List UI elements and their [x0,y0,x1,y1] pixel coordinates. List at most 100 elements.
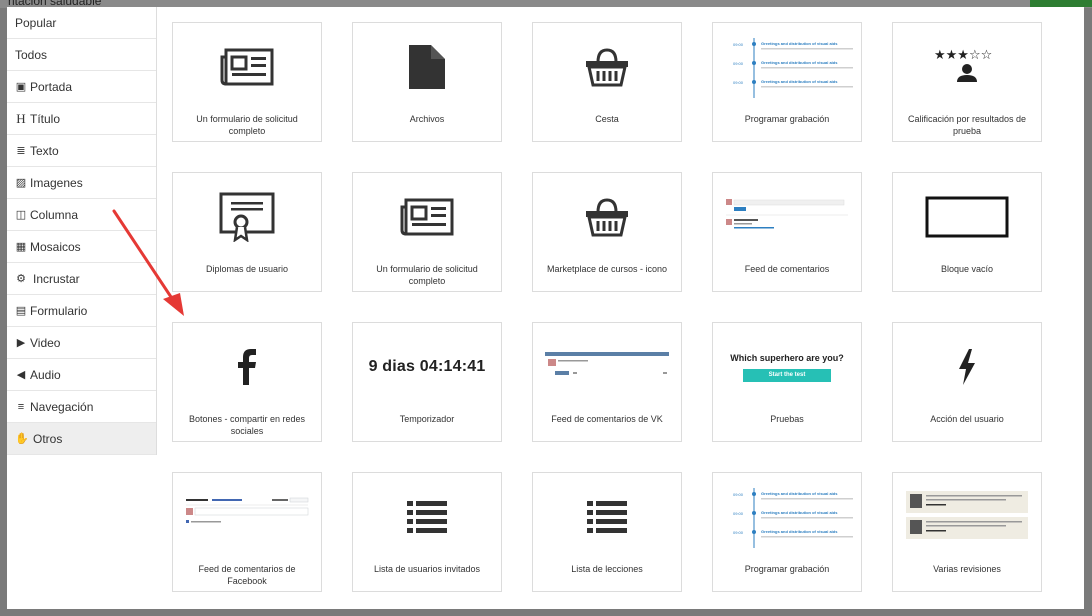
card-thumb: 09:00 09:00 09:00 Greetings and distribu… [713,473,861,561]
sidebar-item-label: Mosaicos [30,239,81,254]
sidebar-item-label: Portada [30,79,73,94]
timeline-title: Greetings and distribution of visual aid… [761,41,838,46]
reviews-preview [906,491,1028,539]
sidebar-item-video[interactable]: ▶ Video [7,327,156,359]
speaker-icon: ◀ [16,369,26,381]
diploma-icon [219,192,275,242]
block-card-temporizador[interactable]: 9 dias 04:14:41 Temporizador [352,322,502,442]
form-icon: ▤ [15,305,27,317]
sidebar-item-label: Imagenes [30,175,83,190]
basket-icon [586,198,628,237]
block-card-solicitud[interactable]: Un formulario de solicitud completo [172,22,322,142]
card-label: Feed de comentarios [744,264,830,274]
svg-text:★★★☆☆: ★★★☆☆ [934,48,992,63]
card-label: Lista de lecciones [571,564,643,574]
block-card-programar-grabacion[interactable]: 09:00 09:00 09:00 Greetings and distribu… [712,22,862,142]
timeline-title: Greetings and distribution of visual aid… [761,60,838,65]
block-card-programar-grabacion-2[interactable]: 09:00 09:00 09:00 Greetings and distribu… [712,472,862,592]
card-thumb: 9 dias 04:14:41 [353,323,501,411]
sidebar-item-incrustar[interactable]: ⚙ Incrustar [7,263,156,295]
background-button [1030,0,1092,7]
hand-icon: ✋ [15,433,29,445]
timeline-title: Greetings and distribution of visual aid… [761,491,838,496]
sidebar-item-label: Video [30,335,61,350]
timeline-time: 09:00 [733,61,744,66]
timeline-time: 09:00 [733,80,744,85]
card-thumb [533,23,681,111]
sidebar-item-label: Navegación [30,399,94,414]
card-thumb [353,473,501,561]
comments-preview [726,199,848,229]
sidebar-item-popular[interactable]: Popular [7,7,156,39]
sidebar-item-titulo[interactable]: H Título [7,103,156,135]
block-card-pruebas[interactable]: Which superhero are you? Start the test … [712,322,862,442]
card-thumb [893,323,1041,411]
newspaper-icon [220,48,274,86]
sidebar-item-label: Audio [30,367,61,382]
card-label: Botones - compartir en redes sociales [188,414,306,436]
card-label: Varias revisiones [933,564,1001,574]
block-card-calificacion[interactable]: ★★★☆☆ Calificación por resultados de pru… [892,22,1042,142]
columns-icon: ◫ [15,209,27,221]
card-thumb [173,173,321,261]
block-card-feed-comentarios[interactable]: Feed de comentarios [712,172,862,292]
card-thumb [173,473,321,561]
sidebar-item-portada[interactable]: ▣ Portada [7,71,156,103]
timeline-title: Greetings and distribution of visual aid… [761,79,838,84]
sidebar-item-navegacion[interactable]: ≡ Navegación [7,391,156,423]
block-card-feed-facebook[interactable]: Feed de comentarios de Facebook [172,472,322,592]
sidebar-item-formulario[interactable]: ▤ Formulario [7,295,156,327]
sidebar-item-label: Texto [30,143,59,158]
basket-icon [586,48,628,87]
sidebar-item-todos[interactable]: Todos [7,39,156,71]
card-label: Programar grabación [744,114,830,124]
block-card-lecciones[interactable]: Lista de lecciones [532,472,682,592]
block-card-revisiones[interactable]: Varias revisiones [892,472,1042,592]
card-label: Archivos [409,114,445,124]
block-card-solicitud-2[interactable]: Un formulario de solicitud completo [352,172,502,292]
sidebar-item-mosaicos[interactable]: ▦ Mosaicos [7,231,156,263]
youtube-icon: ▶ [16,337,26,349]
card-thumb [533,173,681,261]
card-label: Diplomas de usuario [205,264,289,274]
sidebar-item-label: Otros [33,431,63,446]
card-label: Temporizador [399,414,455,424]
card-thumb: 09:00 09:00 09:00 Greetings and distribu… [713,23,861,111]
block-card-feed-vk[interactable]: Feed de comentarios de VK [532,322,682,442]
sidebar-item-label: Todos [15,47,48,62]
stars-user-icon: ★★★☆☆ [934,48,992,82]
block-card-bloque-vacio[interactable]: Bloque vacío [892,172,1042,292]
sidebar-item-label: Formulario [30,303,88,318]
block-card-accion-usuario[interactable]: Acción del usuario [892,322,1042,442]
timeline-time: 09:00 [733,530,744,535]
block-card-archivos[interactable]: Archivos [352,22,502,142]
list-icon [407,501,447,533]
image-icon: ▣ [15,81,27,93]
block-card-usuarios-invitados[interactable]: Lista de usuarios invitados [352,472,502,592]
sidebar-item-label: Incrustar [33,271,80,286]
card-label: Acción del usuario [930,414,1004,424]
empty-block-icon [925,196,1009,238]
card-thumb [173,23,321,111]
sidebar-item-texto[interactable]: ≣ Texto [7,135,156,167]
card-label: Un formulario de solicitud completo [196,114,298,136]
sidebar-item-audio[interactable]: ◀ Audio [7,359,156,391]
block-card-compartir-redes[interactable]: Botones - compartir en redes sociales [172,322,322,442]
sidebar-item-otros[interactable]: ✋ Otros [7,423,156,455]
sidebar-item-imagenes[interactable]: ▨ Imagenes [7,167,156,199]
block-picker-modal: Popular Todos ▣ Portada H Título ≣ Texto ▨ I… [7,7,1084,609]
card-label: Pruebas [770,414,804,424]
facebook-icon [238,349,256,385]
quiz-question: Which superhero are you? [730,352,844,363]
newspaper-icon [400,198,454,236]
block-card-cesta[interactable]: Cesta [532,22,682,142]
card-label: Programar grabación [744,564,830,574]
card-thumb [533,473,681,561]
block-card-marketplace[interactable]: Marketplace de cursos - icono [532,172,682,292]
card-thumb [713,173,861,261]
timeline-time: 09:00 [733,511,744,516]
card-label: Marketplace de cursos - icono [546,264,668,274]
sidebar-item-columna[interactable]: ◫ Columna [7,199,156,231]
block-card-diplomas[interactable]: Diplomas de usuario [172,172,322,292]
fb-comments-preview [186,497,309,523]
